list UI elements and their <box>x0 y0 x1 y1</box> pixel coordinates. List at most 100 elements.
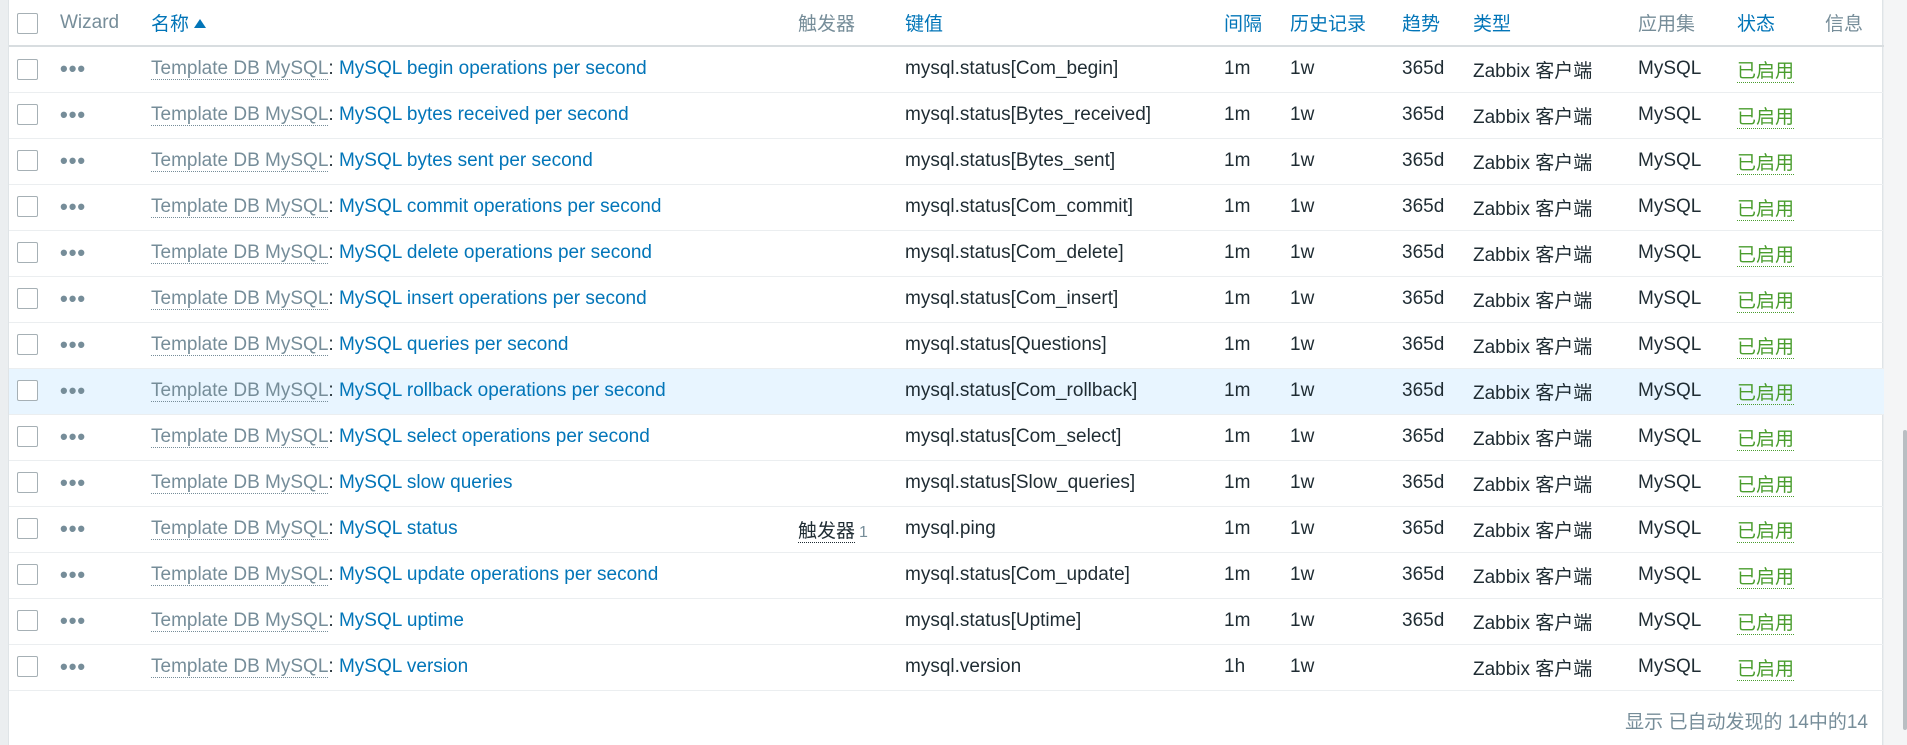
template-link[interactable]: Template DB MySQL <box>151 196 329 218</box>
trends-cell: 365d <box>1402 380 1445 401</box>
status-toggle-link[interactable]: 已启用 <box>1737 658 1795 681</box>
trends-cell: 365d <box>1402 564 1445 585</box>
template-link[interactable]: Template DB MySQL <box>151 518 329 540</box>
template-link[interactable]: Template DB MySQL <box>151 150 329 172</box>
row-checkbox[interactable] <box>17 150 38 172</box>
item-name-link[interactable]: MySQL slow queries <box>339 472 513 493</box>
select-all-checkbox[interactable] <box>17 13 38 34</box>
status-toggle-link[interactable]: 已启用 <box>1737 152 1795 175</box>
type-cell: Zabbix 客户端 <box>1473 152 1593 174</box>
template-link[interactable]: Template DB MySQL <box>151 242 329 264</box>
row-checkbox[interactable] <box>17 564 38 586</box>
header-name[interactable]: 名称 <box>143 0 790 46</box>
wizard-cell: ••• <box>52 414 143 460</box>
row-checkbox[interactable] <box>17 196 38 218</box>
item-name-link[interactable]: MySQL begin operations per second <box>339 58 647 79</box>
interval-cell: 1m <box>1224 334 1251 355</box>
status-toggle-link[interactable]: 已启用 <box>1737 336 1795 359</box>
template-link[interactable]: Template DB MySQL <box>151 564 329 586</box>
row-select-cell <box>9 322 52 368</box>
history-cell: 1w <box>1290 334 1315 355</box>
header-key[interactable]: 键值 <box>897 0 1216 46</box>
status-toggle-link[interactable]: 已启用 <box>1737 290 1795 313</box>
more-options-icon[interactable]: ••• <box>60 333 86 355</box>
header-history[interactable]: 历史记录 <box>1282 0 1394 46</box>
template-link[interactable]: Template DB MySQL <box>151 58 329 81</box>
row-checkbox[interactable] <box>17 58 38 80</box>
more-options-icon[interactable]: ••• <box>60 563 86 585</box>
more-options-icon[interactable]: ••• <box>60 241 86 263</box>
item-name-link[interactable]: MySQL rollback operations per second <box>339 380 666 401</box>
more-options-icon[interactable]: ••• <box>60 425 86 447</box>
template-link[interactable]: Template DB MySQL <box>151 610 329 632</box>
status-toggle-link[interactable]: 已启用 <box>1737 382 1795 405</box>
item-name-link[interactable]: MySQL update operations per second <box>339 564 658 585</box>
more-options-icon[interactable]: ••• <box>60 609 86 631</box>
triggers-link[interactable]: 触发器 <box>798 520 856 543</box>
more-options-icon[interactable]: ••• <box>60 379 86 401</box>
table-row: ••• Template DB MySQL: MySQL delete opera… <box>9 230 1884 276</box>
status-toggle-link[interactable]: 已启用 <box>1737 566 1795 589</box>
item-name-link[interactable]: MySQL select operations per second <box>339 426 650 447</box>
item-name-link[interactable]: MySQL bytes received per second <box>339 104 629 125</box>
name-separator: : <box>328 104 334 125</box>
status-toggle-link[interactable]: 已启用 <box>1737 474 1795 497</box>
more-options-icon[interactable]: ••• <box>60 58 86 80</box>
item-name-link[interactable]: MySQL uptime <box>339 610 464 631</box>
row-checkbox[interactable] <box>17 104 38 126</box>
header-trends[interactable]: 趋势 <box>1394 0 1465 46</box>
status-toggle-link[interactable]: 已启用 <box>1737 198 1795 221</box>
status-toggle-link[interactable]: 已启用 <box>1737 60 1795 83</box>
template-link[interactable]: Template DB MySQL <box>151 288 329 310</box>
row-checkbox[interactable] <box>17 288 38 310</box>
more-options-icon[interactable]: ••• <box>60 517 86 539</box>
header-interval[interactable]: 间隔 <box>1216 0 1282 46</box>
info-cell <box>1817 138 1884 184</box>
item-name-link[interactable]: MySQL status <box>339 518 458 539</box>
scrollbar-thumb[interactable] <box>1903 430 1907 730</box>
key-cell: mysql.status[Com_commit] <box>905 196 1134 217</box>
applications-cell: MySQL <box>1638 288 1702 309</box>
item-name-link[interactable]: MySQL version <box>339 656 468 677</box>
wizard-cell: ••• <box>52 230 143 276</box>
row-checkbox[interactable] <box>17 518 38 540</box>
key-cell: mysql.status[Com_update] <box>905 564 1130 585</box>
status-toggle-link[interactable]: 已启用 <box>1737 612 1795 635</box>
name-separator: : <box>328 196 334 217</box>
item-name-link[interactable]: MySQL commit operations per second <box>339 196 661 217</box>
more-options-icon[interactable]: ••• <box>60 195 86 217</box>
applications-cell: MySQL <box>1638 426 1702 447</box>
template-link[interactable]: Template DB MySQL <box>151 334 329 356</box>
row-checkbox[interactable] <box>17 472 38 494</box>
template-link[interactable]: Template DB MySQL <box>151 656 329 678</box>
row-checkbox[interactable] <box>17 334 38 356</box>
template-link[interactable]: Template DB MySQL <box>151 380 329 402</box>
row-checkbox[interactable] <box>17 610 38 632</box>
more-options-icon[interactable]: ••• <box>60 471 86 493</box>
row-checkbox[interactable] <box>17 426 38 448</box>
row-checkbox[interactable] <box>17 242 38 264</box>
header-type[interactable]: 类型 <box>1465 0 1630 46</box>
info-cell <box>1817 276 1884 322</box>
item-name-link[interactable]: MySQL delete operations per second <box>339 242 652 263</box>
more-options-icon[interactable]: ••• <box>60 149 86 171</box>
status-toggle-link[interactable]: 已启用 <box>1737 520 1795 543</box>
item-name-link[interactable]: MySQL insert operations per second <box>339 288 647 309</box>
more-options-icon[interactable]: ••• <box>60 655 86 677</box>
status-toggle-link[interactable]: 已启用 <box>1737 428 1795 451</box>
template-link[interactable]: Template DB MySQL <box>151 472 329 494</box>
header-status[interactable]: 状态 <box>1729 0 1817 46</box>
row-checkbox[interactable] <box>17 656 38 678</box>
template-link[interactable]: Template DB MySQL <box>151 104 329 126</box>
more-options-icon[interactable]: ••• <box>60 103 86 125</box>
more-options-icon[interactable]: ••• <box>60 287 86 309</box>
applications-cell: MySQL <box>1638 564 1702 585</box>
info-cell <box>1817 644 1884 690</box>
row-checkbox[interactable] <box>17 380 38 402</box>
status-toggle-link[interactable]: 已启用 <box>1737 106 1795 129</box>
template-link[interactable]: Template DB MySQL <box>151 426 329 448</box>
key-cell: mysql.version <box>905 656 1022 677</box>
item-name-link[interactable]: MySQL bytes sent per second <box>339 150 593 171</box>
status-toggle-link[interactable]: 已启用 <box>1737 244 1795 267</box>
item-name-link[interactable]: MySQL queries per second <box>339 334 569 355</box>
